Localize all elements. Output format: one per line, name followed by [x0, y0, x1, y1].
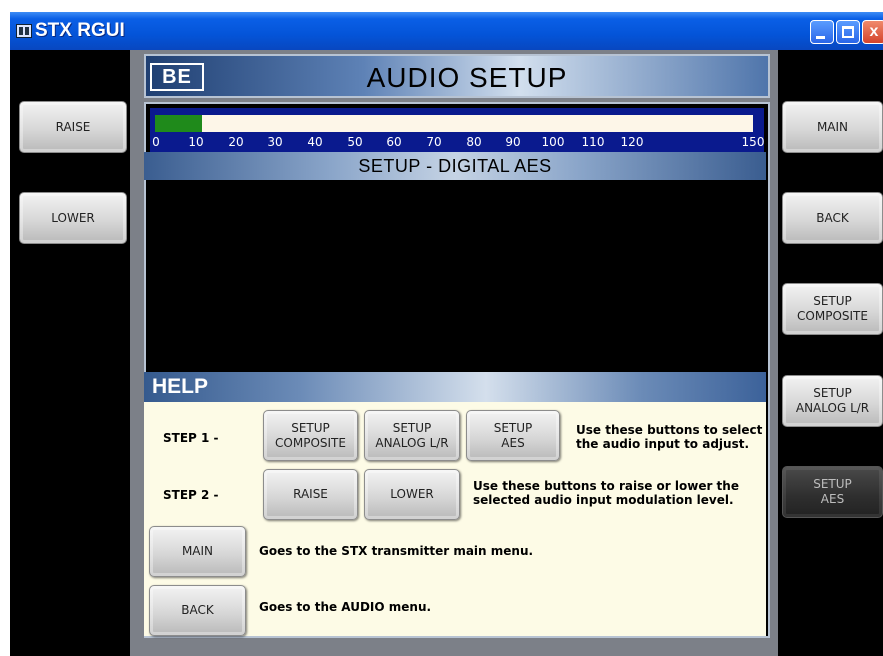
- help-title: HELP: [152, 375, 209, 398]
- meter-tick: 100: [541, 135, 565, 149]
- lower-button[interactable]: LOWER: [19, 192, 127, 244]
- step2-label: STEP 2 -: [163, 488, 219, 502]
- setup-mode-title: SETUP - DIGITAL AES: [144, 152, 766, 180]
- title-bar[interactable]: STX RGUI x: [10, 12, 883, 50]
- step1-label: STEP 1 -: [163, 431, 219, 445]
- setup-analog-button[interactable]: SETUP ANALOG L/R: [782, 375, 883, 427]
- help-main-button[interactable]: MAIN: [149, 526, 246, 577]
- minimize-button[interactable]: [810, 20, 834, 44]
- meter-tick: 80: [466, 135, 482, 149]
- close-button[interactable]: x: [862, 20, 883, 44]
- level-meter-fill: [155, 115, 202, 132]
- level-meter-track: [155, 115, 753, 132]
- help-setup-aes-button[interactable]: SETUP AES: [466, 410, 560, 461]
- meter-tick: 50: [347, 135, 363, 149]
- meter-tick: 20: [228, 135, 244, 149]
- meter-tick: 150: [741, 135, 765, 149]
- setup-aes-button[interactable]: SETUP AES: [782, 466, 883, 518]
- app-logo-icon: [16, 24, 32, 38]
- help-header: HELP: [144, 372, 766, 402]
- main-button[interactable]: MAIN: [782, 101, 883, 153]
- back-button[interactable]: BACK: [782, 192, 883, 244]
- help-raise-button[interactable]: RAISE: [263, 469, 358, 520]
- meter-tick: 70: [426, 135, 442, 149]
- meter-tick: 90: [505, 135, 521, 149]
- meter-tick: 10: [188, 135, 204, 149]
- meter-tick: 40: [307, 135, 323, 149]
- raise-button[interactable]: RAISE: [19, 101, 127, 153]
- window-title: STX RGUI: [35, 20, 125, 41]
- meter-tick: 30: [267, 135, 283, 149]
- close-icon: x: [869, 23, 879, 40]
- meter-tick: 110: [581, 135, 605, 149]
- meter-tick: 0: [152, 135, 160, 149]
- help-setup-analog-button[interactable]: SETUP ANALOG L/R: [364, 410, 460, 461]
- step1-description: Use these buttons to select the audio in…: [576, 423, 763, 451]
- main-description: Goes to the STX transmitter main menu.: [259, 544, 534, 558]
- meter-tick: 60: [386, 135, 402, 149]
- setup-composite-button[interactable]: SETUP COMPOSITE: [782, 283, 883, 335]
- page-header: BE AUDIO SETUP: [144, 54, 770, 98]
- back-description: Goes to the AUDIO menu.: [259, 600, 432, 614]
- page-title: AUDIO SETUP: [366, 62, 568, 93]
- help-back-button[interactable]: BACK: [149, 585, 246, 636]
- meter-tick: 120: [620, 135, 644, 149]
- help-setup-composite-button[interactable]: SETUP COMPOSITE: [263, 410, 358, 461]
- help-lower-button[interactable]: LOWER: [364, 469, 460, 520]
- step2-description: Use these buttons to raise or lower the …: [473, 479, 739, 507]
- maximize-button[interactable]: [836, 20, 860, 44]
